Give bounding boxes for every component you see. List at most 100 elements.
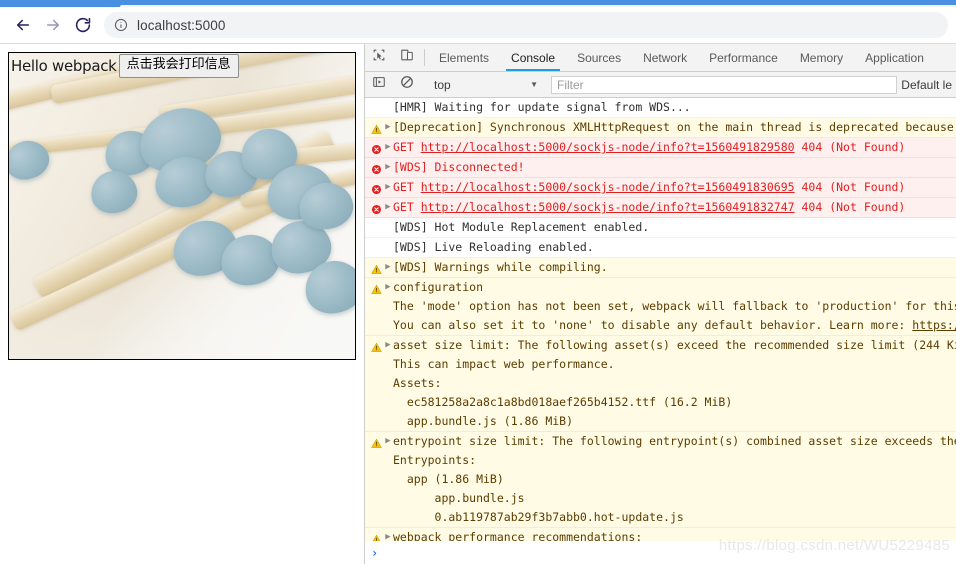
console-message-text: GET http://localhost:5000/sockjs-node/in… bbox=[393, 180, 906, 194]
tab-network[interactable]: Network bbox=[632, 44, 698, 71]
tab-label: Console bbox=[511, 50, 556, 65]
reload-button[interactable] bbox=[68, 11, 98, 39]
address-bar[interactable]: localhost:5000 bbox=[104, 12, 948, 38]
console-message-warn[interactable]: ▶ configuration The 'mode' option has not … bbox=[365, 278, 956, 336]
warning-icon bbox=[369, 528, 383, 542]
disclosure-triangle-icon[interactable]: ▶ bbox=[383, 178, 393, 197]
tab-console[interactable]: Console bbox=[500, 44, 566, 71]
tab-label: Memory bbox=[799, 50, 844, 65]
console-message-warn[interactable]: ▶webpack performance recommendations:You… bbox=[365, 528, 956, 542]
console-link[interactable]: http://localhost:5000/sockjs-node/info?t… bbox=[421, 180, 795, 194]
disclosure-triangle-icon[interactable]: ▶ bbox=[383, 528, 393, 541]
execute-context-icon bbox=[372, 75, 386, 94]
print-message-button[interactable]: 点击我会打印信息 bbox=[118, 54, 239, 78]
console-message-warn[interactable]: ▶ [Deprecation] Synchronous XMLHttpReques… bbox=[365, 118, 956, 138]
execution-context-dropdown[interactable]: top ▼ bbox=[428, 78, 544, 92]
tab-application[interactable]: Application bbox=[854, 44, 935, 71]
tab-label: Application bbox=[865, 50, 924, 65]
clear-console-button[interactable] bbox=[393, 75, 421, 94]
forward-button[interactable] bbox=[38, 11, 68, 39]
tab-sources[interactable]: Sources bbox=[566, 44, 632, 71]
disclosure-triangle-icon[interactable]: ▶ bbox=[383, 158, 393, 177]
page-content-pane: Hello webpack 点击我会打印信息 bbox=[0, 44, 364, 564]
warning-icon bbox=[369, 118, 383, 137]
error-icon bbox=[369, 178, 383, 197]
console-message-log[interactable]: ▶[HMR] Waiting for update signal from WD… bbox=[365, 98, 956, 118]
chevron-down-icon: ▼ bbox=[530, 80, 538, 89]
log-level-dropdown[interactable]: Default le bbox=[901, 78, 956, 92]
disclosure-triangle-icon[interactable]: ▶ bbox=[383, 118, 393, 137]
clear-console-icon bbox=[400, 75, 414, 94]
tab-elements[interactable]: Elements bbox=[428, 44, 500, 71]
console-message-warn[interactable]: ▶ asset size limit: The following asset(s… bbox=[365, 336, 956, 432]
disclosure-triangle-icon[interactable]: ▶ bbox=[383, 198, 393, 217]
console-message-list[interactable]: ▶[HMR] Waiting for update signal from WD… bbox=[365, 98, 956, 542]
console-message-log[interactable]: ▶[WDS] Live Reloading enabled. bbox=[365, 238, 956, 258]
arrow-right-icon bbox=[44, 16, 62, 34]
device-toolbar-button[interactable] bbox=[393, 44, 421, 71]
back-button[interactable] bbox=[8, 11, 38, 39]
console-message-log[interactable]: ▶[WDS] Hot Module Replacement enabled. bbox=[365, 218, 956, 238]
console-message-text: [WDS] Live Reloading enabled. bbox=[393, 240, 594, 254]
console-link[interactable]: https://webp bbox=[912, 318, 956, 332]
reload-icon bbox=[74, 16, 92, 34]
inspect-element-button[interactable] bbox=[365, 44, 393, 71]
console-link[interactable]: http://localhost:5000/sockjs-node/info?t… bbox=[421, 140, 795, 154]
device-toolbar-icon bbox=[400, 48, 414, 67]
error-icon bbox=[369, 138, 383, 157]
console-message-text: [WDS] Warnings while compiling. bbox=[393, 260, 608, 274]
console-message-text: webpack performance recommendations:You … bbox=[393, 530, 643, 542]
console-message-text: [HMR] Waiting for update signal from WDS… bbox=[393, 100, 691, 114]
prompt-caret-icon: › bbox=[371, 545, 379, 560]
console-link[interactable]: http://localhost:5000/sockjs-node/info?t… bbox=[421, 200, 795, 214]
devtools-panel: Elements Console Sources Network Perform… bbox=[364, 44, 956, 564]
disclosure-triangle-icon[interactable]: ▶ bbox=[383, 278, 393, 297]
console-filter-input[interactable]: Filter bbox=[551, 75, 898, 94]
context-label: top bbox=[434, 77, 451, 92]
level-label: Default le bbox=[901, 77, 952, 92]
matchsticks-photo bbox=[9, 53, 355, 359]
disclosure-triangle-icon[interactable]: ▶ bbox=[383, 258, 393, 277]
console-message-warn[interactable]: ▶ entrypoint size limit: The following en… bbox=[365, 432, 956, 528]
tab-label: Network bbox=[643, 50, 688, 65]
warning-icon bbox=[369, 336, 383, 355]
toolbar-divider bbox=[424, 49, 425, 66]
console-message-error[interactable]: ▶ GET http://localhost:5000/sockjs-node/i… bbox=[365, 138, 956, 158]
disclosure-triangle-icon[interactable]: ▶ bbox=[383, 336, 393, 355]
message-gutter bbox=[369, 98, 383, 117]
console-message-text: GET http://localhost:5000/sockjs-node/in… bbox=[393, 140, 906, 154]
console-message-error[interactable]: ▶ GET http://localhost:5000/sockjs-node/i… bbox=[365, 198, 956, 218]
warning-icon bbox=[369, 278, 383, 297]
message-indent: ▶ bbox=[383, 238, 393, 257]
inspect-cursor-icon bbox=[372, 48, 386, 67]
console-message-text: GET http://localhost:5000/sockjs-node/in… bbox=[393, 200, 906, 214]
disclosure-triangle-icon[interactable]: ▶ bbox=[383, 432, 393, 451]
tab-memory[interactable]: Memory bbox=[789, 44, 854, 71]
console-filter-bar: top ▼ Filter Default le bbox=[365, 72, 956, 98]
console-message-error[interactable]: ▶ [WDS] Disconnected! bbox=[365, 158, 956, 178]
filter-placeholder: Filter bbox=[557, 77, 584, 92]
arrow-left-icon bbox=[14, 16, 32, 34]
tab-label: Performance bbox=[709, 50, 778, 65]
console-message-warn[interactable]: ▶ [WDS] Warnings while compiling. bbox=[365, 258, 956, 278]
tab-label: Sources bbox=[577, 50, 622, 65]
page-frame: Hello webpack 点击我会打印信息 bbox=[8, 52, 356, 360]
console-prompt-row[interactable]: › https://blog.csdn.net/WU5229485 bbox=[365, 537, 956, 564]
tab-performance[interactable]: Performance bbox=[698, 44, 789, 71]
console-message-text: [WDS] Hot Module Replacement enabled. bbox=[393, 220, 650, 234]
disclosure-triangle-icon[interactable]: ▶ bbox=[383, 138, 393, 157]
warning-icon bbox=[369, 258, 383, 277]
info-circle-icon[interactable] bbox=[114, 18, 128, 32]
browser-viewport: Hello webpack 点击我会打印信息 Elements Console … bbox=[0, 44, 956, 564]
message-indent: ▶ bbox=[383, 98, 393, 117]
console-message-error[interactable]: ▶ GET http://localhost:5000/sockjs-node/i… bbox=[365, 178, 956, 198]
console-message-text: [WDS] Disconnected! bbox=[393, 160, 525, 174]
error-icon bbox=[369, 198, 383, 217]
message-gutter bbox=[369, 218, 383, 237]
address-bar-url: localhost:5000 bbox=[137, 17, 226, 33]
browser-titlebar bbox=[0, 0, 956, 7]
execute-context-button[interactable] bbox=[365, 75, 393, 94]
error-icon bbox=[369, 158, 383, 177]
devtools-tabbar: Elements Console Sources Network Perform… bbox=[365, 44, 956, 72]
console-message-text: asset size limit: The following asset(s)… bbox=[393, 338, 956, 428]
